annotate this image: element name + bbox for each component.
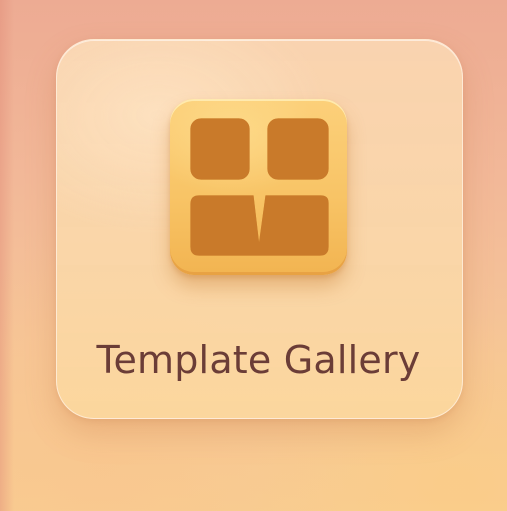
background-edge-shade [0, 0, 14, 511]
template-grid-icon[interactable] [170, 99, 347, 275]
template-cell-top-right [267, 118, 329, 180]
template-cell-bottom [190, 195, 329, 256]
template-cell-top-left [190, 118, 250, 180]
template-grid-icon-graphic [190, 118, 329, 256]
app-title: Template Gallery [96, 338, 421, 382]
